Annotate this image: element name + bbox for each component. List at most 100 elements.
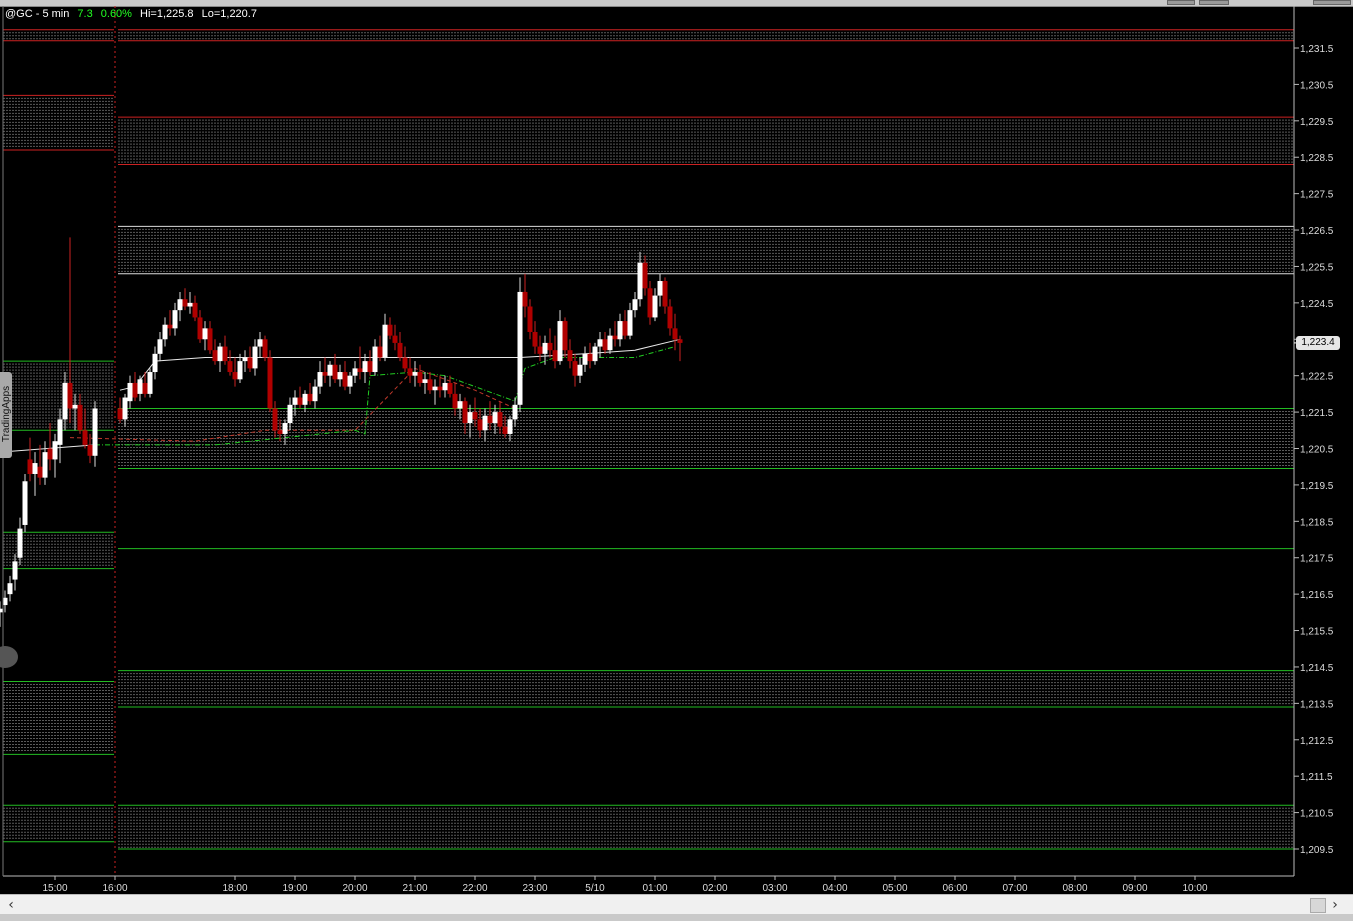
candle-body [557, 321, 563, 362]
candle-body [642, 262, 648, 289]
candle-body [587, 353, 593, 362]
tradingapps-side-tab[interactable]: TradingApps [0, 372, 12, 458]
x-tick-label: 23:00 [522, 883, 547, 894]
y-tick-label: 1,209.5 [1300, 845, 1334, 856]
candle [217, 342, 223, 373]
candle [532, 321, 538, 354]
candle [607, 328, 613, 354]
candle-body [527, 306, 533, 332]
candle [117, 397, 123, 424]
candle-body [442, 382, 448, 391]
candle-body [207, 328, 213, 351]
candle [622, 310, 628, 340]
candle [297, 386, 303, 409]
candle [382, 313, 388, 362]
window-bottom-border [0, 914, 1353, 921]
candle [307, 382, 313, 405]
x-tick-label: 07:00 [1002, 883, 1027, 894]
candle-body [292, 397, 298, 405]
candle-body [287, 404, 293, 424]
candle-body [477, 419, 483, 431]
candle [287, 397, 293, 431]
candle-body [152, 353, 158, 373]
high-value: Hi=1,225.8 [140, 8, 194, 20]
candle [187, 291, 193, 314]
candle-body [662, 281, 668, 307]
candle-body [332, 364, 338, 380]
candle-body [87, 444, 93, 456]
horizontal-scrollbar[interactable]: ‹ › [0, 894, 1353, 915]
candle-body [382, 324, 388, 358]
y-tick-label: 1,221.5 [1300, 408, 1334, 419]
price-chart[interactable]: 1,231.5 1,230.5 1,229.5 1,228.5 1,227.5 1,226… [0, 0, 1353, 921]
scroll-right-arrow-icon[interactable]: › [1326, 896, 1344, 914]
candle [467, 404, 473, 438]
candle [42, 441, 48, 485]
candle [22, 473, 28, 533]
candle-body [247, 357, 253, 369]
candle-body [637, 262, 643, 300]
candle-body [602, 339, 608, 351]
candle-body [542, 342, 548, 354]
candle [452, 382, 458, 416]
candle-body [417, 372, 423, 383]
candle [132, 372, 138, 402]
net-change: 7.3 [77, 8, 93, 20]
candle-body [562, 321, 568, 351]
candle [447, 375, 453, 398]
candle-body [32, 463, 38, 474]
y-tick-label: 1,230.5 [1300, 80, 1334, 91]
candle-body [167, 324, 173, 329]
candle-body [427, 379, 433, 391]
candle [327, 361, 333, 387]
candle [32, 452, 38, 496]
y-tick-label: 1,219.5 [1300, 481, 1334, 492]
candle [592, 342, 598, 365]
candle [192, 295, 198, 322]
candle-body [297, 397, 303, 405]
candle [522, 273, 528, 318]
candle-body [397, 342, 403, 358]
y-tick-label: 1,216.5 [1300, 590, 1334, 601]
candle [332, 353, 338, 383]
candle [262, 335, 268, 362]
x-tick-label: 02:00 [702, 883, 727, 894]
candle-body [362, 361, 368, 373]
green-dashed-line [95, 346, 676, 446]
candle [617, 313, 623, 347]
x-tick-label: 05:00 [882, 883, 907, 894]
candle [562, 317, 568, 358]
candle [227, 350, 233, 376]
candle [652, 288, 658, 322]
candle-body [82, 430, 88, 445]
candle-body [252, 346, 258, 369]
candle [432, 379, 438, 405]
candle-body [317, 372, 323, 387]
candle [267, 350, 273, 413]
candle [462, 397, 468, 434]
y-tick-label: 1,213.5 [1300, 699, 1334, 710]
candle [582, 346, 588, 373]
x-tick-label: 5/10 [585, 883, 605, 894]
candle-body [377, 346, 383, 358]
candle-body [177, 299, 183, 311]
x-tick-label: 06:00 [942, 883, 967, 894]
candle [347, 372, 353, 394]
candle [317, 361, 323, 394]
candle [567, 339, 573, 369]
candle-body [422, 379, 428, 383]
scroll-thumb[interactable] [1310, 898, 1326, 913]
candle-body [622, 321, 628, 336]
candle-body [467, 412, 473, 424]
candle-body [172, 310, 178, 329]
candle [82, 408, 88, 449]
candle-body [127, 382, 133, 402]
candle [7, 575, 13, 602]
scroll-left-arrow-icon[interactable]: ‹ [2, 896, 20, 914]
candle-body [122, 397, 128, 420]
x-tick-label: 20:00 [342, 883, 367, 894]
candle-body [672, 328, 678, 340]
candle [337, 364, 343, 387]
candle [352, 361, 358, 383]
y-tick-label: 1,215.5 [1300, 627, 1334, 638]
